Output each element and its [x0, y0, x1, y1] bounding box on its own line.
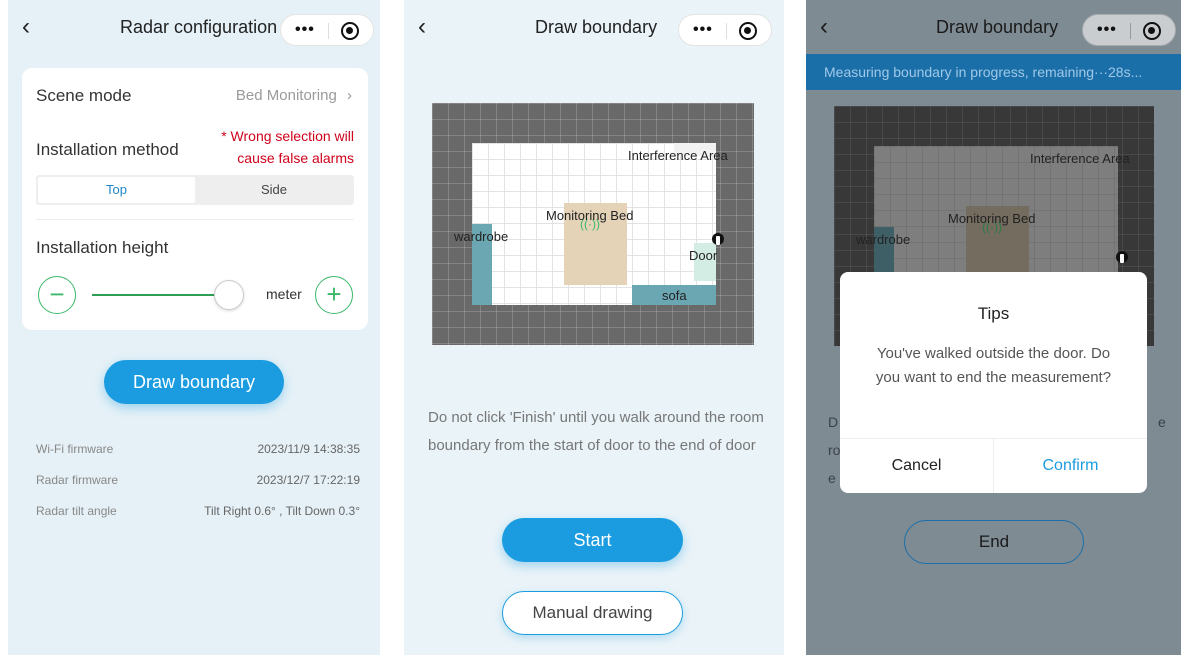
wardrobe-label: wardrobe	[856, 232, 911, 247]
bed-label: Monitoring Bed	[948, 211, 1036, 226]
increase-height-button[interactable]: +	[315, 276, 353, 314]
start-button[interactable]: Start	[502, 518, 683, 562]
tips-dialog: Tips You've walked outside the door. Do …	[840, 272, 1147, 493]
dialog-message: You've walked outside the door. Do you w…	[875, 345, 1112, 386]
person-icon	[1116, 251, 1128, 267]
page-title: Draw boundary	[936, 17, 1059, 37]
warning-line-1: * Wrong selection will	[221, 128, 354, 144]
peek-text-2: ro	[828, 442, 841, 458]
draw-boundary-button[interactable]: Draw boundary	[104, 360, 284, 404]
installation-method-label: Installation method	[36, 140, 179, 159]
height-unit: meter	[266, 286, 302, 302]
page-title: Radar configuration	[120, 17, 278, 37]
scene-mode-value: Bed Monitoring	[235, 87, 337, 104]
dialog-title: Tips	[977, 304, 1010, 323]
back-arrow-icon[interactable]: ‹	[418, 14, 440, 40]
menu-capsule: •••	[280, 14, 374, 46]
back-arrow-icon[interactable]: ‹	[820, 14, 842, 40]
menu-capsule: •••	[678, 14, 772, 46]
peek-text-1: D	[828, 414, 839, 430]
radar-config-screen: ‹ Radar configuration ••• Scene mode Bed…	[8, 0, 380, 655]
height-slider-knob[interactable]	[214, 280, 244, 310]
method-option-side[interactable]: Side	[196, 177, 352, 203]
wardrobe-label: wardrobe	[454, 229, 509, 244]
confirm-button[interactable]: Confirm	[994, 438, 1147, 493]
capsule-divider	[726, 23, 727, 39]
close-target-icon[interactable]	[739, 22, 757, 40]
cancel-button[interactable]: Cancel	[840, 438, 993, 493]
sofa-label: sofa	[662, 288, 687, 303]
warning-line-2: cause false alarms	[237, 150, 354, 166]
tilt-angle-value: Tilt Right 0.6° , Tilt Down 0.3°	[204, 504, 360, 518]
bed-label: Monitoring Bed	[546, 208, 634, 223]
door-label: Door	[689, 248, 718, 263]
manual-drawing-button[interactable]: Manual drawing	[502, 591, 683, 635]
tilt-angle-label: Radar tilt angle	[36, 504, 117, 518]
interference-area-label: Interference Area	[1030, 151, 1130, 166]
selection-warning: * Wrong selection will cause false alarm…	[221, 125, 354, 169]
close-target-icon[interactable]	[341, 22, 359, 40]
nav-bar: ‹ Radar configuration •••	[8, 0, 380, 54]
more-dots-icon[interactable]: •••	[1097, 21, 1117, 39]
chevron-right-icon: ›	[347, 87, 352, 104]
peek-text-3: e	[828, 470, 836, 486]
settings-card: Scene mode Bed Monitoring › Installation…	[22, 68, 368, 330]
radar-firmware-label: Radar firmware	[36, 473, 119, 487]
method-option-top[interactable]: Top	[38, 177, 195, 203]
menu-capsule: •••	[1082, 14, 1176, 46]
nav-bar: ‹ Draw boundary •••	[404, 0, 784, 54]
draw-boundary-screen: ‹ Draw boundary ••• Interference Area ((…	[404, 0, 784, 655]
back-arrow-icon[interactable]: ‹	[22, 14, 44, 40]
wifi-firmware-value: 2023/11/9 14:38:35	[257, 442, 360, 456]
height-slider-track[interactable]	[92, 294, 217, 296]
capsule-divider	[328, 23, 329, 39]
installation-height-label: Installation height	[36, 238, 169, 257]
divider	[36, 219, 354, 220]
radar-firmware-value: 2023/12/7 17:22:19	[256, 473, 360, 487]
progress-banner: Measuring boundary in progress, remainin…	[806, 54, 1181, 90]
wifi-firmware-label: Wi-Fi firmware	[36, 442, 114, 456]
nav-bar: ‹ Draw boundary •••	[806, 0, 1181, 54]
interference-area-label: Interference Area	[628, 148, 728, 163]
method-segmented-control: Top Side	[36, 175, 354, 205]
more-dots-icon[interactable]: •••	[295, 21, 315, 39]
measuring-screen: ‹ Draw boundary ••• Measuring boundary i…	[806, 0, 1181, 655]
minus-icon: −	[49, 279, 65, 309]
person-icon	[712, 233, 724, 249]
room-map[interactable]: Interference Area ((·)) Monitoring Bed w…	[432, 103, 754, 345]
decrease-height-button[interactable]: −	[38, 276, 76, 314]
capsule-divider	[1130, 23, 1131, 39]
more-dots-icon[interactable]: •••	[693, 21, 713, 39]
close-target-icon[interactable]	[1143, 22, 1161, 40]
page-title: Draw boundary	[535, 17, 658, 37]
scene-mode-label: Scene mode	[36, 86, 132, 105]
plus-icon: +	[326, 279, 342, 309]
instruction-text: Do not click 'Finish' until you walk aro…	[428, 409, 764, 454]
scene-mode-selector[interactable]: Bed Monitoring ›	[236, 87, 352, 104]
peek-text-4: e	[1158, 414, 1166, 430]
end-button[interactable]: End	[904, 520, 1084, 564]
